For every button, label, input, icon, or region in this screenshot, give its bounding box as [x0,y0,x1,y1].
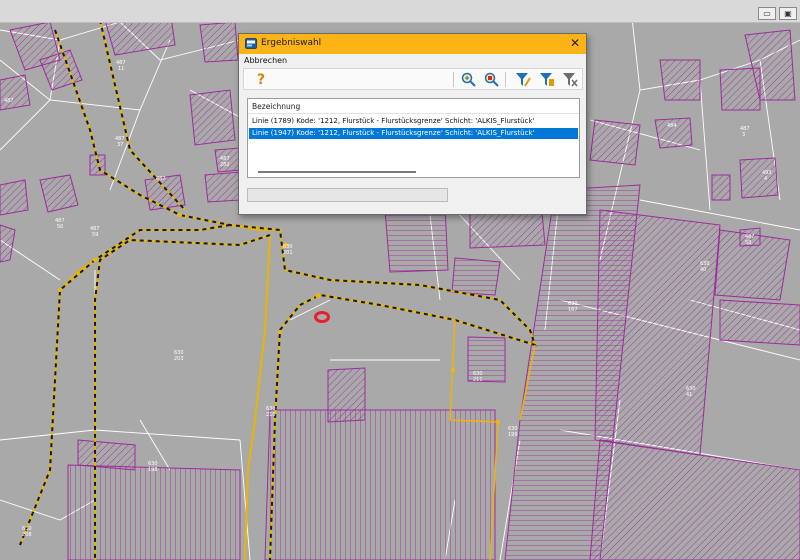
toolbar-separator [505,72,506,87]
zoom-to-button[interactable] [482,71,500,88]
svg-text:211: 211 [473,377,483,383]
svg-text:50: 50 [57,224,63,230]
dialog-toolbar: ? [243,68,583,90]
svg-text:59: 59 [92,232,98,238]
dialog-title: Ergebniswahl [261,38,322,48]
svg-text:487: 487 [156,176,166,182]
svg-text:484: 484 [667,123,677,129]
filter-advanced-icon [540,73,554,86]
list-item[interactable]: Linie (1789) Kode: '1212, Flurstück - Fl… [249,116,578,127]
svg-text:282: 282 [220,162,230,168]
svg-text:41: 41 [686,392,692,398]
horizontal-scrollbar[interactable] [258,171,416,173]
filter-button[interactable] [514,71,532,88]
svg-text:201: 201 [283,250,293,256]
zoom-in-button[interactable] [459,71,477,88]
svg-text:11: 11 [118,66,124,72]
filter-advanced-button[interactable] [538,71,556,88]
filter-remove-button[interactable] [561,71,579,88]
list-item-selected[interactable]: Linie (1947) Kode: '1212, Flurstück - Fl… [249,128,578,139]
svg-text:4: 4 [764,176,767,182]
svg-text:58: 58 [745,240,751,246]
svg-text:487: 487 [4,98,14,104]
zoom-to-icon [484,72,499,87]
selection-marker-icon [314,311,330,323]
toolbar-separator [453,72,454,87]
svg-text:40: 40 [700,267,706,273]
header-divider [248,113,579,114]
svg-text:203: 203 [174,356,184,362]
progress-bar [247,188,448,202]
zoom-in-icon [461,72,476,87]
dialog-title-bar[interactable]: Ergebniswahl ✕ [239,34,586,54]
svg-text:208: 208 [22,532,32,538]
menu-item-cancel[interactable]: Abbrechen [244,56,287,65]
result-list[interactable]: Bezeichnung Linie (1789) Kode: '1212, Fl… [247,98,580,178]
svg-text:187: 187 [568,307,578,313]
svg-text:199: 199 [508,432,518,438]
minimize-button[interactable]: ▭ [758,7,776,20]
svg-text:3: 3 [742,132,745,138]
filter-icon [516,73,531,87]
dialog-menu-bar: Abbrechen [239,54,586,67]
minimize-icon: ▭ [763,9,771,18]
application-title-bar: ▭ ▣ [0,0,800,23]
restore-button[interactable]: ▣ [779,7,797,20]
help-button[interactable]: ? [252,71,270,88]
svg-text:37: 37 [117,142,123,148]
result-selection-dialog: Ergebniswahl ✕ Abbrechen ? Bezeichnung L… [238,33,587,215]
restore-icon: ▣ [784,9,792,18]
close-icon[interactable]: ✕ [570,36,580,50]
filter-remove-icon [563,73,578,87]
help-icon: ? [256,71,266,88]
column-header-bezeichnung[interactable]: Bezeichnung [252,102,300,111]
app-logo-icon [245,38,257,49]
svg-text:198: 198 [148,467,158,473]
svg-text:210: 210 [266,412,276,418]
